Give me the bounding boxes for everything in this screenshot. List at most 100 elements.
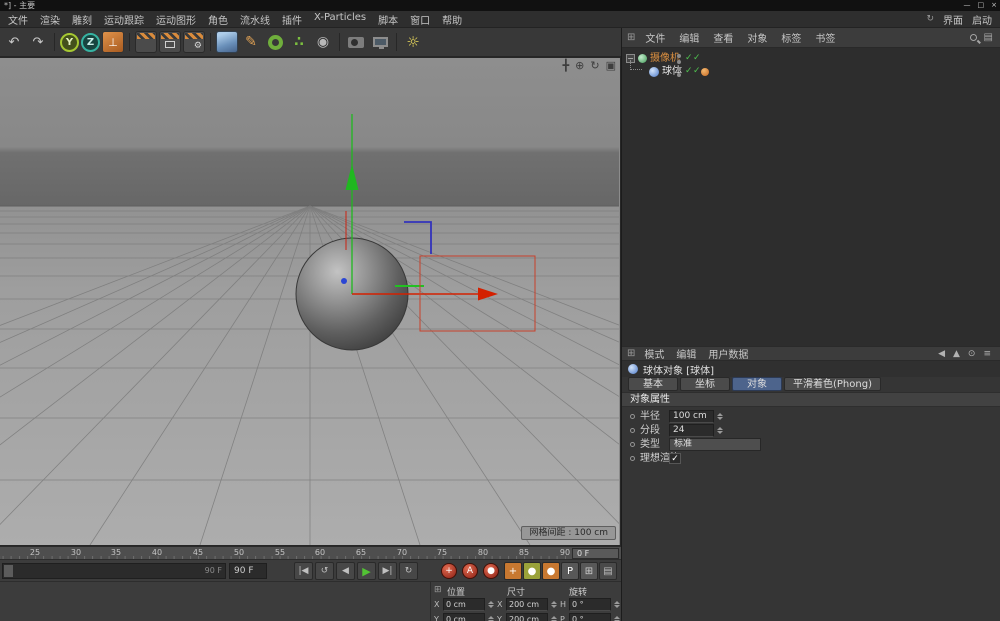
position-y-input[interactable]: 0 cm <box>443 613 485 621</box>
pla-key-toggle[interactable]: ⊞ <box>580 562 598 580</box>
maximize-button[interactable]: □ <box>978 0 985 11</box>
stepper[interactable] <box>613 598 621 611</box>
display-icon[interactable] <box>369 31 391 53</box>
add-cube-icon[interactable] <box>216 31 238 53</box>
om-menu-bookmarks[interactable]: 书签 <box>808 30 842 45</box>
menu-item-mograph[interactable]: 运动图形 <box>150 12 202 27</box>
interface-label[interactable]: 界面 <box>943 12 963 27</box>
radius-input[interactable]: 100 cm <box>669 410 714 423</box>
axis-z-lock-icon[interactable]: Z <box>81 33 100 52</box>
rotation-p-input[interactable]: 0 ° <box>569 613 611 621</box>
close-button[interactable]: × <box>991 0 997 11</box>
stepper[interactable] <box>715 410 724 423</box>
refresh-icon[interactable]: ↻ <box>926 14 934 24</box>
segments-input[interactable]: 24 <box>669 424 714 437</box>
type-dropdown[interactable]: 标准 <box>669 438 761 451</box>
menu-item-pipeline[interactable]: 流水线 <box>234 12 276 27</box>
om-menu-view[interactable]: 查看 <box>706 30 740 45</box>
object-row-camera[interactable]: − 摄像机 ✓ ✓ <box>622 52 1000 65</box>
object-name[interactable]: 摄像机 <box>650 52 680 65</box>
enabled-check-icon[interactable]: ✓ <box>685 65 693 78</box>
filter-icon[interactable]: ▤ <box>984 32 993 43</box>
anim-dot-icon[interactable] <box>630 428 635 433</box>
panel-grid-icon[interactable]: ⊞ <box>434 585 442 595</box>
prev-frame-button[interactable]: ◀ <box>336 562 355 580</box>
tab-phong[interactable]: 平滑着色(Phong) <box>784 377 881 391</box>
stepper[interactable] <box>550 613 558 621</box>
camera-icon[interactable] <box>345 31 367 53</box>
rotation-key-toggle[interactable]: ● <box>542 562 560 580</box>
object-tree[interactable]: − 摄像机 ✓ ✓ 球体 ✓ ✓ <box>622 48 1000 346</box>
enabled-check-icon[interactable]: ✓ <box>685 52 693 65</box>
visibility-dots-icon[interactable] <box>677 54 681 64</box>
stepper[interactable] <box>715 424 724 437</box>
timeline-slider-handle[interactable] <box>4 565 13 577</box>
nav-back-icon[interactable]: ◀ <box>938 349 945 359</box>
enabled-check-icon[interactable]: ✓ <box>693 52 701 65</box>
am-menu-mode[interactable]: 模式 <box>638 346 670 361</box>
object-properties-header[interactable]: 对象属性 <box>622 392 1000 407</box>
minimize-button[interactable]: — <box>964 0 971 11</box>
panel-grid-icon[interactable]: ⊞ <box>627 348 635 359</box>
keyframe-selection-button[interactable]: ● <box>483 563 499 579</box>
mograph-cloner-icon[interactable]: ∴ <box>288 31 310 53</box>
current-frame-box[interactable]: 0 F <box>572 548 619 559</box>
anim-dot-icon[interactable] <box>630 456 635 461</box>
om-menu-objects[interactable]: 对象 <box>740 30 774 45</box>
visibility-dots-icon[interactable] <box>677 67 681 77</box>
menu-item-character[interactable]: 角色 <box>202 12 234 27</box>
render-settings-icon[interactable]: ⚙ <box>183 31 205 53</box>
spline-pen-icon[interactable]: ✎ <box>240 31 262 53</box>
keyframe-palette-button[interactable]: ▤ <box>599 562 617 580</box>
render-to-picture-icon[interactable] <box>159 31 181 53</box>
loop-button[interactable]: ↻ <box>399 562 418 580</box>
goto-start-button[interactable]: |◀ <box>294 562 313 580</box>
am-menu-userdata[interactable]: 用户数据 <box>702 346 754 361</box>
menu-item-plugins[interactable]: 插件 <box>276 12 308 27</box>
title-bar[interactable]: *] - 主要 — □ × <box>0 0 1000 11</box>
tab-coordinates[interactable]: 坐标 <box>680 377 730 391</box>
om-menu-file[interactable]: 文件 <box>638 30 672 45</box>
layout-select[interactable]: 启动 <box>972 12 992 27</box>
menu-item-file[interactable]: 文件 <box>2 12 34 27</box>
nav-up-icon[interactable]: ▲ <box>953 349 960 359</box>
stepper[interactable] <box>487 598 495 611</box>
stepper[interactable] <box>613 613 621 621</box>
menu-icon[interactable]: ≡ <box>983 349 991 359</box>
end-frame-field[interactable]: 90 F <box>229 563 267 579</box>
metaball-icon[interactable]: ◉ <box>312 31 334 53</box>
viewport[interactable]: ╋ ⊕ ↻ ▣ 网格间距 : 100 cm <box>0 57 621 546</box>
render-view-icon[interactable] <box>135 31 157 53</box>
redo-icon[interactable]: ↷ <box>27 31 49 53</box>
tab-basic[interactable]: 基本 <box>628 377 678 391</box>
record-keyframe-button[interactable]: + <box>441 563 457 579</box>
menu-item-sculpt[interactable]: 雕刻 <box>66 12 98 27</box>
panel-grid-icon[interactable]: ⊞ <box>627 32 635 43</box>
menu-item-motion-tracking[interactable]: 运动跟踪 <box>98 12 150 27</box>
menu-item-xparticles[interactable]: X-Particles <box>308 12 372 27</box>
autokey-button[interactable]: A <box>462 563 478 579</box>
add-torus-icon[interactable] <box>264 31 286 53</box>
lock-icon[interactable]: ⊙ <box>968 349 976 359</box>
search-icon[interactable] <box>970 34 977 41</box>
material-tag-icon[interactable] <box>701 68 709 76</box>
scale-key-toggle[interactable]: ● <box>523 562 541 580</box>
stepper[interactable] <box>550 598 558 611</box>
maximize-view-icon[interactable]: ▣ <box>606 59 616 72</box>
timeline-slider[interactable]: 90 F <box>2 563 226 579</box>
cycle-button[interactable]: ↺ <box>315 562 334 580</box>
menu-item-help[interactable]: 帮助 <box>436 12 468 27</box>
pan-icon[interactable]: ╋ <box>563 59 570 72</box>
size-x-input[interactable]: 200 cm <box>506 598 548 611</box>
goto-end-button[interactable]: ▶| <box>378 562 397 580</box>
size-y-input[interactable]: 200 cm <box>506 613 548 621</box>
position-key-toggle[interactable]: + <box>504 562 522 580</box>
rotation-h-input[interactable]: 0 ° <box>569 598 611 611</box>
object-row-sphere[interactable]: 球体 ✓ ✓ <box>622 65 1000 78</box>
stepper[interactable] <box>487 613 495 621</box>
axis-y-lock-icon[interactable]: Y <box>60 33 79 52</box>
menu-item-render[interactable]: 渲染 <box>34 12 66 27</box>
om-menu-edit[interactable]: 编辑 <box>672 30 706 45</box>
timeline-ruler[interactable]: 25 30 35 40 45 50 55 60 65 70 75 80 85 9… <box>0 546 621 559</box>
position-x-input[interactable]: 0 cm <box>443 598 485 611</box>
